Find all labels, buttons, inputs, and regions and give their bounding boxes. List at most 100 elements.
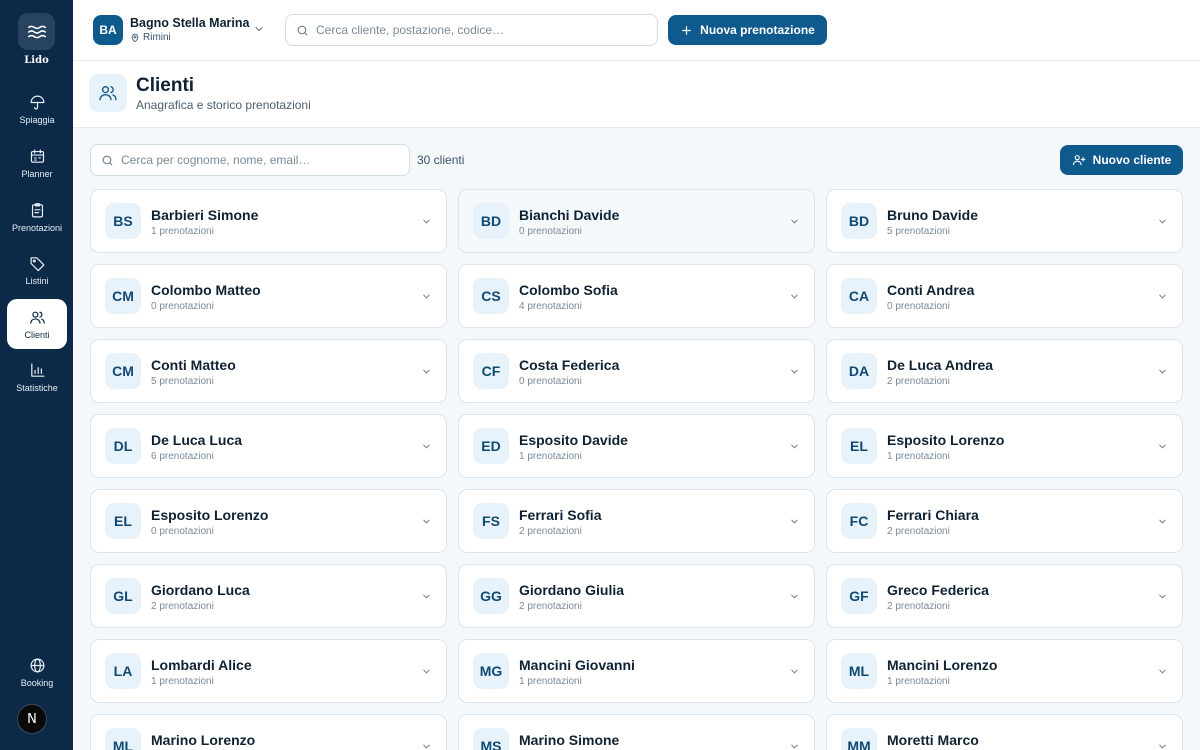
global-search[interactable]	[285, 14, 658, 46]
client-filter-search[interactable]	[90, 144, 410, 176]
client-name: Lombardi Alice	[151, 657, 252, 673]
client-card[interactable]: ML Marino Lorenzo	[90, 714, 447, 750]
page-subtitle: Anagrafica e storico prenotazioni	[136, 98, 311, 112]
globe-icon	[30, 658, 44, 672]
chevron-down-icon[interactable]	[1157, 291, 1168, 302]
chevron-down-icon[interactable]	[421, 741, 432, 750]
user-avatar[interactable]: N	[17, 704, 47, 734]
client-name: De Luca Luca	[151, 432, 243, 448]
client-card[interactable]: FS Ferrari Sofia 2 prenotazioni	[458, 489, 815, 553]
client-name: Greco Federica	[887, 582, 989, 598]
chevron-down-icon[interactable]	[421, 216, 432, 227]
chevron-down-icon[interactable]	[789, 366, 800, 377]
client-bookings-count: 2 prenotazioni	[519, 601, 582, 612]
client-card[interactable]: GL Giordano Luca 2 prenotazioni	[90, 564, 447, 628]
client-name: Esposito Davide	[519, 432, 628, 448]
client-card[interactable]: CS Colombo Sofia 4 prenotazioni	[458, 264, 815, 328]
client-card[interactable]: EL Esposito Lorenzo 1 prenotazioni	[826, 414, 1183, 478]
chevron-down-icon[interactable]	[1157, 516, 1168, 527]
nav-item-booking[interactable]: Booking	[7, 647, 67, 697]
chevron-down-icon[interactable]	[789, 666, 800, 677]
client-card[interactable]: ML Mancini Lorenzo 1 prenotazioni	[826, 639, 1183, 703]
client-count: 30 clienti	[417, 153, 465, 167]
chevron-down-icon[interactable]	[1157, 591, 1168, 602]
client-name: Bianchi Davide	[519, 207, 620, 223]
chevron-down-icon[interactable]	[421, 591, 432, 602]
client-initials-avatar: MG	[473, 653, 509, 689]
client-card[interactable]: CM Colombo Matteo 0 prenotazioni	[90, 264, 447, 328]
client-bookings-count: 2 prenotazioni	[887, 376, 950, 387]
nav-label-booking: Booking	[20, 677, 54, 688]
chevron-down-icon[interactable]	[421, 666, 432, 677]
nav-item-prenotazioni[interactable]: Prenotazioni	[7, 192, 67, 242]
nav-item-listini[interactable]: Listini	[7, 245, 67, 295]
business-name[interactable]: Bagno Stella Marina	[130, 16, 249, 30]
client-bookings-count: 1 prenotazioni	[519, 676, 582, 687]
client-card[interactable]: CF Costa Federica 0 prenotazioni	[458, 339, 815, 403]
global-search-input[interactable]	[316, 23, 636, 37]
nav-item-planner[interactable]: Planner	[7, 138, 67, 188]
client-card[interactable]: ED Esposito Davide 1 prenotazioni	[458, 414, 815, 478]
chevron-down-icon[interactable]	[789, 516, 800, 527]
client-card[interactable]: EL Esposito Lorenzo 0 prenotazioni	[90, 489, 447, 553]
nav-item-clienti[interactable]: Clienti	[7, 299, 67, 349]
chevron-down-icon[interactable]	[421, 291, 432, 302]
chevron-down-icon[interactable]	[1157, 666, 1168, 677]
chevron-down-icon[interactable]	[789, 216, 800, 227]
client-name: Conti Andrea	[887, 282, 975, 298]
plus-icon	[682, 25, 692, 35]
client-card[interactable]: BD Bruno Davide 5 prenotazioni	[826, 189, 1183, 253]
client-card[interactable]: MS Marino Simone	[458, 714, 815, 750]
chevron-down-icon[interactable]	[421, 366, 432, 377]
client-filter-input[interactable]	[121, 153, 391, 167]
clients-header-icon	[89, 74, 127, 112]
tag-icon	[30, 256, 44, 271]
nav-label-listini: Listini	[25, 275, 49, 286]
business-avatar[interactable]: BA	[93, 15, 123, 45]
new-booking-button[interactable]: Nuova prenotazione	[668, 15, 827, 45]
client-name: Mancini Giovanni	[519, 657, 635, 673]
client-initials-avatar: MM	[841, 728, 877, 750]
client-card[interactable]: BD Bianchi Davide 0 prenotazioni	[458, 189, 815, 253]
nav-item-spiaggia[interactable]: Spiaggia	[7, 84, 67, 134]
topbar: BA Bagno Stella Marina Rimini Nuova pren…	[73, 0, 1200, 61]
chevron-down-icon[interactable]	[789, 291, 800, 302]
chevron-down-icon[interactable]	[1157, 216, 1168, 227]
client-card[interactable]: GG Giordano Giulia 2 prenotazioni	[458, 564, 815, 628]
client-initials-avatar: BS	[105, 203, 141, 239]
client-card[interactable]: DA De Luca Andrea 2 prenotazioni	[826, 339, 1183, 403]
chevron-down-icon[interactable]	[789, 441, 800, 452]
new-client-button[interactable]: Nuovo cliente	[1060, 145, 1183, 175]
chevron-down-icon[interactable]	[789, 741, 800, 750]
client-card[interactable]: LA Lombardi Alice 1 prenotazioni	[90, 639, 447, 703]
client-bookings-count: 5 prenotazioni	[887, 226, 950, 237]
chevron-down-icon[interactable]	[1157, 741, 1168, 750]
client-card[interactable]: CA Conti Andrea 0 prenotazioni	[826, 264, 1183, 328]
client-bookings-count: 1 prenotazioni	[151, 676, 214, 687]
client-card[interactable]: MG Mancini Giovanni 1 prenotazioni	[458, 639, 815, 703]
map-pin-icon	[131, 33, 139, 42]
page-header: Clienti Anagrafica e storico prenotazion…	[73, 61, 1200, 128]
client-card[interactable]: FC Ferrari Chiara 2 prenotazioni	[826, 489, 1183, 553]
client-bookings-count: 0 prenotazioni	[519, 376, 582, 387]
client-name: Giordano Giulia	[519, 582, 625, 598]
client-initials-avatar: ED	[473, 428, 509, 464]
business-switcher-chevron-icon[interactable]	[253, 23, 265, 35]
client-initials-avatar: LA	[105, 653, 141, 689]
nav-item-statistiche[interactable]: Statistiche	[7, 352, 67, 402]
chevron-down-icon[interactable]	[421, 516, 432, 527]
logo-waves-icon[interactable]	[18, 13, 55, 50]
client-card[interactable]: BS Barbieri Simone 1 prenotazioni	[90, 189, 447, 253]
client-card[interactable]: CM Conti Matteo 5 prenotazioni	[90, 339, 447, 403]
client-card[interactable]: GF Greco Federica 2 prenotazioni	[826, 564, 1183, 628]
chevron-down-icon[interactable]	[1157, 366, 1168, 377]
client-initials-avatar: ML	[841, 653, 877, 689]
client-bookings-count: 2 prenotazioni	[887, 601, 950, 612]
chevron-down-icon[interactable]	[1157, 441, 1168, 452]
client-card[interactable]: MM Moretti Marco	[826, 714, 1183, 750]
chevron-down-icon[interactable]	[421, 441, 432, 452]
chevron-down-icon[interactable]	[789, 591, 800, 602]
new-booking-label: Nuova prenotazione	[700, 23, 815, 37]
client-card[interactable]: DL De Luca Luca 6 prenotazioni	[90, 414, 447, 478]
client-initials-avatar: GG	[473, 578, 509, 614]
